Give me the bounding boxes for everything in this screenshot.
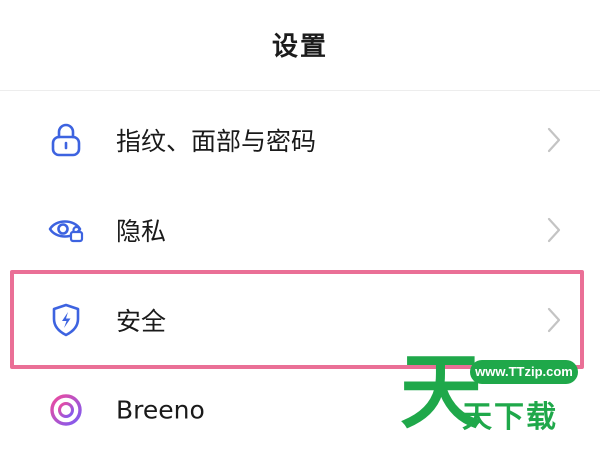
settings-item-label: 安全 xyxy=(116,307,167,336)
chevron-right-icon xyxy=(547,307,561,333)
chevron-right-icon xyxy=(547,217,561,243)
page-title: 设置 xyxy=(271,31,328,62)
lock-icon xyxy=(46,120,86,160)
settings-item-privacy[interactable]: 隐私 xyxy=(0,185,600,275)
settings-item-security[interactable]: 安全 xyxy=(0,275,600,365)
settings-item-label: 指纹、面部与密码 xyxy=(116,127,317,156)
chevron-right-icon xyxy=(547,127,561,153)
settings-item-breeno[interactable]: Breeno xyxy=(0,365,600,455)
settings-item-label: Breeno xyxy=(116,395,205,425)
privacy-eye-icon xyxy=(46,210,86,250)
settings-item-fingerprint-face-password[interactable]: 指纹、面部与密码 xyxy=(0,95,600,185)
shield-icon xyxy=(46,300,86,340)
breeno-icon xyxy=(46,390,86,430)
header-bar: 设置 xyxy=(0,0,600,91)
settings-item-label: 隐私 xyxy=(116,217,167,246)
